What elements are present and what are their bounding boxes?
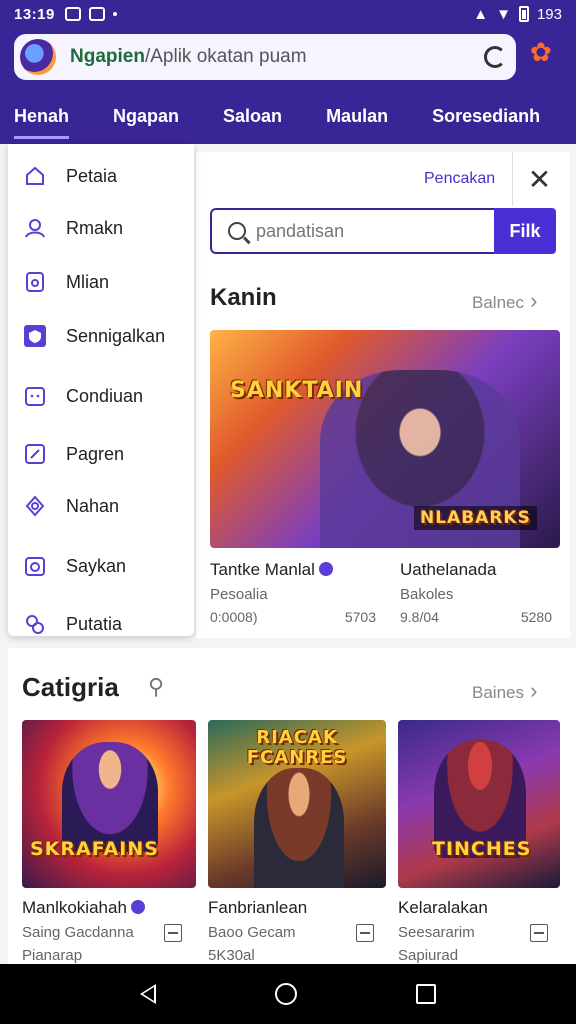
signal-icon: ▲ xyxy=(473,5,489,23)
section-title: Kanin xyxy=(210,284,277,311)
tab-home[interactable]: Henah xyxy=(14,90,70,143)
see-all-link[interactable]: Balnec xyxy=(472,288,537,314)
drawer-item-camera[interactable]: Saykan xyxy=(8,546,194,586)
reload-icon[interactable] xyxy=(484,46,506,68)
battery-icon xyxy=(518,6,529,22)
search-button[interactable]: Filk xyxy=(494,208,556,254)
category-section: Catigria ⚲ Baines SKRAFAINS Manlkokiahah… xyxy=(8,648,576,964)
see-all-link[interactable]: Baines xyxy=(472,678,537,704)
battery-level: 193 xyxy=(536,5,562,23)
game-card[interactable]: RIACAK FCANRES Fanbrianlean Baoo Gecam 5… xyxy=(208,720,386,964)
notification-icon xyxy=(88,7,105,21)
home-button-icon[interactable] xyxy=(274,983,297,1005)
game-logo: RIACAK FCANRES xyxy=(246,727,348,768)
game-card-info[interactable]: Tantke Manlal Pesoalia 0:0008) 5703 xyxy=(210,560,380,625)
game-title: Kelaralakan xyxy=(398,898,488,917)
section-title: Catigria xyxy=(22,672,119,702)
game-card[interactable]: TINCHES Kelaralakan Seesararim Sapiurad xyxy=(398,720,560,964)
close-icon[interactable]: ✕ xyxy=(512,152,566,206)
calendar-icon xyxy=(24,385,46,407)
game-title: Uathelanada xyxy=(400,560,497,579)
content-panel: Pencakan ✕ Filk Kanin Balnec SANKTAIN NL… xyxy=(196,152,570,638)
edit-icon xyxy=(24,443,46,465)
game-thumbnail[interactable]: SANKTAIN NLABARKS xyxy=(210,330,560,548)
gear-icon[interactable]: ✿ xyxy=(530,39,552,65)
drawer-item-group[interactable]: Putatia xyxy=(8,604,194,644)
search-box: Filk xyxy=(210,208,556,254)
game-logo-secondary: NLABARKS xyxy=(414,506,537,530)
filter-link[interactable]: Pencakan xyxy=(424,170,495,188)
game-logo: SKRAFAINS xyxy=(30,838,159,860)
character-art xyxy=(62,742,158,852)
system-nav-bar xyxy=(0,964,576,1024)
game-meta: 0:0008) 5703 xyxy=(210,609,376,625)
drawer-item-edit[interactable]: Pagren xyxy=(8,434,194,474)
notification-icon xyxy=(64,7,81,21)
game-title: Fanbrianlean xyxy=(208,898,308,917)
search-input[interactable] xyxy=(256,220,494,242)
game-subtitle: Bakoles xyxy=(400,586,454,603)
game-title: Manlkokiahah xyxy=(22,898,196,918)
game-logo: TINCHES xyxy=(432,838,532,860)
top-nav: Henah Ngapan Saloan Maulan Soresedianh xyxy=(0,88,576,144)
tab-4[interactable]: Maulan xyxy=(326,90,388,143)
game-meta: Sapiurad xyxy=(398,947,459,964)
game-meta: 5K30al xyxy=(208,947,255,964)
recents-icon[interactable] xyxy=(416,984,437,1004)
game-card-info[interactable]: Uathelanada Bakoles 9.8/04 5280 xyxy=(400,560,556,625)
drawer-item-home[interactable]: Petaia xyxy=(8,156,194,196)
remove-icon[interactable] xyxy=(356,924,374,942)
camera-icon xyxy=(24,555,46,577)
drawer-item-users[interactable]: Rmakn xyxy=(8,208,194,248)
drawer-item-calendar[interactable]: Condiuan xyxy=(8,376,194,416)
drawer-item-tablet[interactable]: Mlian xyxy=(8,262,194,302)
tablet-icon xyxy=(24,271,46,293)
game-meta: Pianarap xyxy=(22,947,83,964)
game-subtitle: Pesoalia xyxy=(210,586,268,603)
group-icon xyxy=(24,613,46,635)
game-title: Tantke Manlal xyxy=(210,560,380,580)
address-bar[interactable]: Ngapien/Aplik okatan puam xyxy=(14,34,516,80)
dot-icon xyxy=(112,12,117,16)
url-host: Ngapien xyxy=(70,46,145,67)
drawer-item-security[interactable]: Sennigalkan xyxy=(8,316,194,356)
system-icons: ▲ ▼ 193 xyxy=(473,6,562,23)
drawer-item-puzzle[interactable]: Nahan xyxy=(8,486,194,526)
back-icon[interactable] xyxy=(139,984,156,1004)
game-thumbnail[interactable]: SKRAFAINS xyxy=(22,720,196,888)
game-thumbnail[interactable]: TINCHES xyxy=(398,720,560,888)
game-meta: 9.8/04 5280 xyxy=(400,609,552,625)
url-text[interactable]: Ngapien/Aplik okatan puam xyxy=(70,46,307,68)
shield-icon xyxy=(24,325,46,347)
home-icon xyxy=(24,165,46,187)
site-favicon xyxy=(20,39,56,75)
remove-icon[interactable] xyxy=(530,924,548,942)
game-thumbnail[interactable]: RIACAK FCANRES xyxy=(208,720,386,888)
tab-2[interactable]: Ngapan xyxy=(113,90,179,143)
browser-toolbar: Ngapien/Aplik okatan puam ✿ xyxy=(0,28,576,88)
wrench-icon[interactable]: ⚲ xyxy=(148,674,164,700)
tab-5[interactable]: Soresedianh xyxy=(432,90,540,143)
side-drawer: Petaia Rmakn Mlian Sennigalkan Condiuan … xyxy=(8,144,194,636)
notification-icons xyxy=(64,7,117,21)
game-card[interactable]: SANKTAIN NLABARKS xyxy=(210,330,560,548)
game-logo: SANKTAIN xyxy=(230,378,364,403)
search-icon xyxy=(228,222,246,240)
clock: 13:19 xyxy=(14,5,55,23)
game-card[interactable]: SKRAFAINS Manlkokiahah Saing Gacdanna Pi… xyxy=(22,720,196,964)
character-art xyxy=(254,768,344,888)
verified-icon xyxy=(130,900,145,914)
wifi-icon: ▼ xyxy=(496,5,511,23)
tab-3[interactable]: Saloan xyxy=(223,90,282,143)
puzzle-icon xyxy=(24,495,46,517)
status-bar: 13:19 ▲ ▼ 193 xyxy=(0,0,576,28)
remove-icon[interactable] xyxy=(164,924,182,942)
url-path: /Aplik okatan puam xyxy=(144,46,307,67)
verified-icon xyxy=(318,562,333,576)
users-icon xyxy=(24,217,46,239)
